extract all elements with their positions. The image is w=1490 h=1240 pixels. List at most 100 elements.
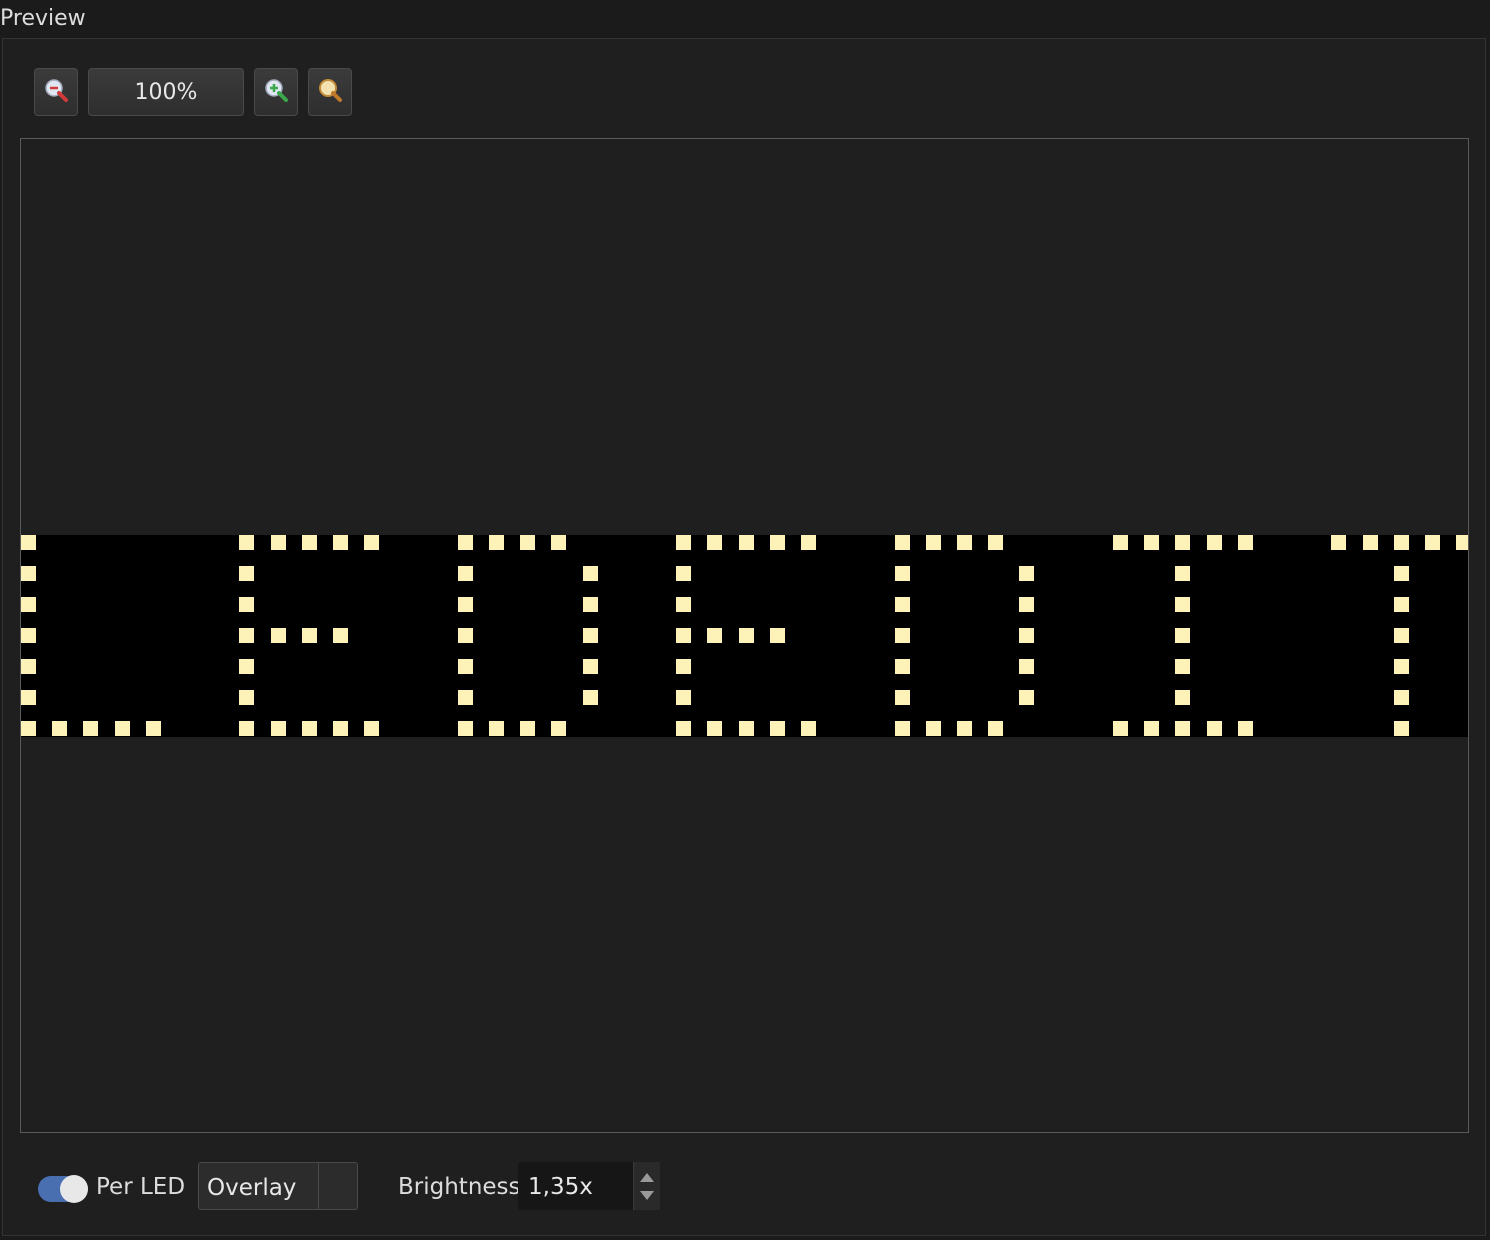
led-pixel xyxy=(21,597,36,612)
panel-title: Preview xyxy=(0,6,86,31)
led-pixel xyxy=(21,628,36,643)
mode-combobox[interactable]: Overlay xyxy=(198,1162,358,1210)
led-pixel xyxy=(1393,690,1409,705)
led-pixel xyxy=(1331,535,1347,550)
spinbox-buttons xyxy=(633,1162,660,1210)
led-pixel xyxy=(676,535,692,550)
led-pixel xyxy=(894,597,910,612)
led-pixel xyxy=(801,535,816,550)
led-pixel xyxy=(551,721,567,736)
led-pixel xyxy=(676,659,692,674)
spin-down-icon[interactable] xyxy=(640,1191,654,1200)
led-pixel xyxy=(239,690,255,705)
led-pixel xyxy=(582,690,598,705)
preview-canvas[interactable] xyxy=(20,138,1469,1133)
led-pixel xyxy=(21,721,36,736)
led-pixel xyxy=(239,659,255,674)
zoom-fit-button[interactable] xyxy=(308,68,352,116)
led-pixel xyxy=(1237,721,1253,736)
led-pixel xyxy=(1019,566,1035,581)
zoom-out-button[interactable] xyxy=(34,68,78,116)
preview-controls: Per LED Overlay Brightness 1,35x xyxy=(0,1160,1490,1212)
led-pixel xyxy=(21,690,36,705)
led-pixel xyxy=(582,566,598,581)
led-pixel xyxy=(364,721,380,736)
led-pixel xyxy=(738,628,754,643)
led-pixel xyxy=(457,535,473,550)
led-pixel xyxy=(1113,535,1128,550)
led-pixel xyxy=(676,597,692,612)
led-pixel xyxy=(1362,535,1378,550)
led-pixel xyxy=(1019,628,1035,643)
led-pixel xyxy=(1206,721,1222,736)
led-pixel xyxy=(239,535,255,550)
led-pixel xyxy=(1113,721,1128,736)
led-pixel xyxy=(270,721,286,736)
led-pixel xyxy=(1393,659,1409,674)
led-pixel xyxy=(1425,535,1440,550)
led-pixel xyxy=(239,721,255,736)
led-pixel xyxy=(676,628,692,643)
led-pixel xyxy=(333,535,348,550)
led-pixel xyxy=(457,690,473,705)
led-pixel xyxy=(239,566,255,581)
led-pixel xyxy=(925,721,941,736)
led-pixel xyxy=(239,628,255,643)
per-led-toggle[interactable] xyxy=(38,1175,88,1203)
brightness-label: Brightness xyxy=(398,1174,521,1200)
led-strip xyxy=(21,535,1468,737)
led-pixel xyxy=(301,721,317,736)
led-pixel xyxy=(1206,535,1222,550)
led-pixel xyxy=(1175,628,1191,643)
led-pixel xyxy=(457,566,473,581)
zoom-out-icon xyxy=(43,77,69,107)
brightness-spinbox[interactable]: 1,35x xyxy=(518,1162,660,1210)
led-pixel xyxy=(333,721,348,736)
led-pixel xyxy=(1393,597,1409,612)
led-pixel xyxy=(489,535,504,550)
led-pixel xyxy=(489,721,504,736)
zoom-in-icon xyxy=(263,77,289,107)
led-pixel xyxy=(1175,566,1191,581)
zoom-level-field[interactable]: 100% xyxy=(88,68,244,116)
led-pixel xyxy=(21,659,36,674)
led-pixel xyxy=(925,535,941,550)
led-pixel xyxy=(1175,597,1191,612)
led-pixel xyxy=(520,535,536,550)
led-pixel xyxy=(1144,721,1160,736)
led-pixel xyxy=(1175,659,1191,674)
led-pixel xyxy=(676,690,692,705)
led-pixel xyxy=(270,628,286,643)
led-pixel xyxy=(551,535,567,550)
led-pixel xyxy=(894,721,910,736)
zoom-in-button[interactable] xyxy=(254,68,298,116)
led-pixel xyxy=(769,721,785,736)
led-pixel xyxy=(301,628,317,643)
zoom-level-value: 100% xyxy=(134,79,198,105)
led-pixel xyxy=(582,659,598,674)
led-pixel xyxy=(988,535,1004,550)
led-pixel xyxy=(520,721,536,736)
led-pixel xyxy=(1393,535,1409,550)
led-pixel xyxy=(707,628,723,643)
led-pixel xyxy=(333,628,348,643)
led-pixel xyxy=(1393,721,1409,736)
led-pixel xyxy=(738,721,754,736)
led-pixel xyxy=(894,659,910,674)
led-pixel xyxy=(364,535,380,550)
led-pixel xyxy=(957,721,972,736)
led-pixel xyxy=(457,721,473,736)
led-pixel xyxy=(1019,597,1035,612)
led-pixel xyxy=(239,597,255,612)
led-pixel xyxy=(83,721,99,736)
led-pixel xyxy=(1237,535,1253,550)
per-led-label: Per LED xyxy=(96,1174,186,1200)
led-pixel xyxy=(1456,535,1468,550)
led-pixel xyxy=(894,628,910,643)
led-pixel xyxy=(738,535,754,550)
spin-up-icon[interactable] xyxy=(640,1173,654,1182)
led-pixel xyxy=(769,535,785,550)
led-pixel xyxy=(582,597,598,612)
led-pixel xyxy=(676,566,692,581)
led-pixel xyxy=(1144,535,1160,550)
